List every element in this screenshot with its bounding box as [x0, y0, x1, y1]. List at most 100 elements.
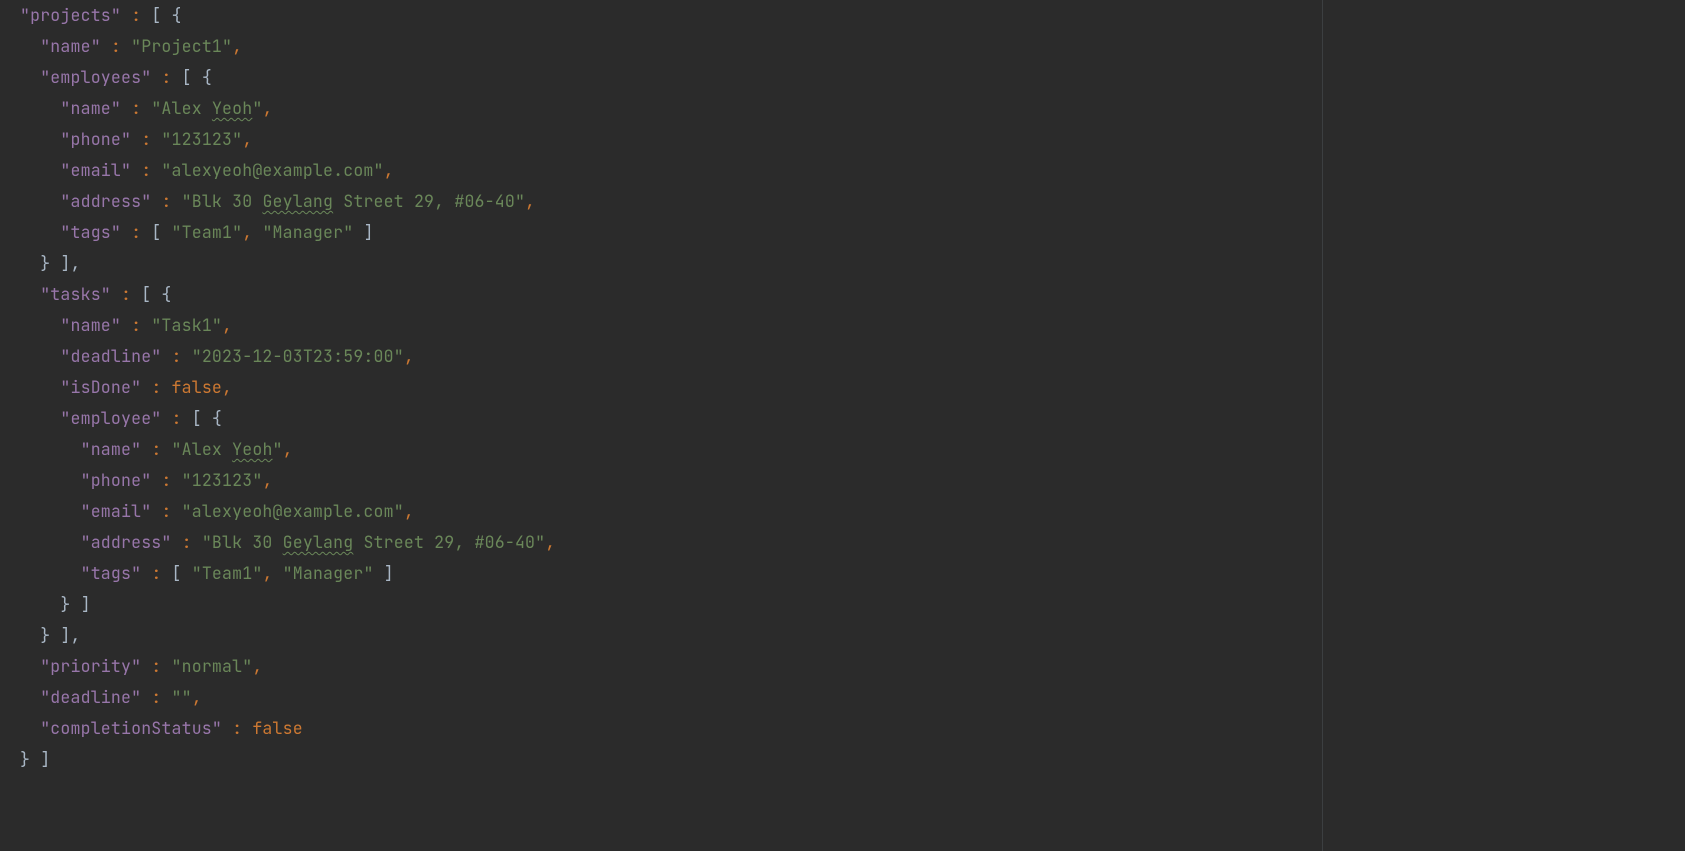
colon: : [121, 97, 151, 119]
json-key: "phone" [60, 128, 131, 150]
json-key: "isDone" [60, 376, 141, 398]
json-string: "123123" [161, 128, 242, 150]
json-key: "email" [60, 159, 131, 181]
json-bool: false [172, 376, 223, 398]
json-string: "Manager" [262, 221, 353, 243]
colon: : [101, 35, 131, 57]
colon: : [151, 500, 181, 522]
json-string: " [252, 97, 262, 119]
bracket: [ [151, 221, 171, 243]
bracket-brace: [ { [151, 4, 181, 26]
comma: , [384, 159, 394, 181]
spellcheck-warning: Geylang [262, 190, 333, 212]
colon: : [172, 531, 202, 553]
bracket-brace: [ { [192, 407, 222, 429]
code-line: "priority" : "normal", [20, 651, 1322, 682]
json-string: "Blk 30 [202, 531, 283, 553]
code-line: "employee" : [ { [20, 403, 1322, 434]
json-key: "phone" [81, 469, 152, 491]
json-string: "" [172, 686, 192, 708]
json-string: "Alex [172, 438, 233, 460]
json-string: "normal" [172, 655, 253, 677]
code-line: "completionStatus" : false [20, 713, 1322, 744]
json-key: "address" [60, 190, 151, 212]
comma: , [222, 376, 232, 398]
json-string: "alexyeoh@example.com" [182, 500, 404, 522]
code-line: "tags" : [ "Team1", "Manager" ] [20, 217, 1322, 248]
comma: , [404, 345, 414, 367]
json-string: "Blk 30 [182, 190, 263, 212]
code-line: } ] [20, 589, 1322, 620]
colon: : [222, 717, 252, 739]
code-line: "email" : "alexyeoh@example.com", [20, 496, 1322, 527]
brace-bracket: } ] [60, 593, 90, 615]
bracket: [ [172, 562, 192, 584]
json-string: "Manager" [283, 562, 374, 584]
json-key: "employee" [60, 407, 161, 429]
json-key: "tags" [60, 221, 121, 243]
json-string: "2023-12-03T23:59:00" [192, 345, 404, 367]
json-key: "name" [40, 35, 101, 57]
bracket: ] [353, 221, 373, 243]
code-editor[interactable]: "projects" : [ { "name" : "Project1", "e… [0, 0, 1322, 851]
comma-space: , [262, 562, 282, 584]
spellcheck-warning: Geylang [283, 531, 354, 553]
code-line: "tasks" : [ { [20, 279, 1322, 310]
brace-bracket: } ], [40, 252, 80, 274]
json-key: "projects" [20, 4, 121, 26]
code-line: "phone" : "123123", [20, 465, 1322, 496]
comma-space: , [242, 221, 262, 243]
json-string: "Project1" [131, 35, 232, 57]
json-key: "name" [60, 97, 121, 119]
colon: : [141, 376, 171, 398]
comma: , [545, 531, 555, 553]
comma: , [404, 500, 414, 522]
json-key: "priority" [40, 655, 141, 677]
spellcheck-warning: Yeoh [212, 97, 252, 119]
comma: , [242, 128, 252, 150]
json-string: "123123" [182, 469, 263, 491]
comma: , [283, 438, 293, 460]
comma: , [525, 190, 535, 212]
colon: : [141, 655, 171, 677]
code-line: "name" : "Project1", [20, 31, 1322, 62]
json-key: "email" [81, 500, 152, 522]
brace-bracket: } ], [40, 624, 80, 646]
code-line: } ], [20, 248, 1322, 279]
code-line: "name" : "Alex Yeoh", [20, 93, 1322, 124]
colon: : [141, 686, 171, 708]
colon: : [151, 190, 181, 212]
code-line: "name" : "Alex Yeoh", [20, 434, 1322, 465]
code-line: } ] [20, 744, 1322, 775]
code-line: "employees" : [ { [20, 62, 1322, 93]
json-key: "tags" [81, 562, 142, 584]
json-string: "Team1" [192, 562, 263, 584]
json-string: "alexyeoh@example.com" [161, 159, 383, 181]
code-line: } ], [20, 620, 1322, 651]
json-string: Street 29, #06-40" [353, 531, 545, 553]
spellcheck-warning: Yeoh [232, 438, 272, 460]
colon: : [161, 407, 191, 429]
comma: , [222, 314, 232, 336]
code-line: "isDone" : false, [20, 372, 1322, 403]
colon: : [131, 128, 161, 150]
json-bool: false [252, 717, 303, 739]
comma: , [262, 97, 272, 119]
code-line: "deadline" : "", [20, 682, 1322, 713]
comma: , [252, 655, 262, 677]
comma: , [232, 35, 242, 57]
colon: : [131, 159, 161, 181]
json-key: "deadline" [60, 345, 161, 367]
colon: : [121, 4, 151, 26]
code-line: "phone" : "123123", [20, 124, 1322, 155]
code-line: "address" : "Blk 30 Geylang Street 29, #… [20, 186, 1322, 217]
colon: : [121, 221, 151, 243]
colon: : [141, 562, 171, 584]
json-key: "name" [81, 438, 142, 460]
code-line: "deadline" : "2023-12-03T23:59:00", [20, 341, 1322, 372]
colon: : [121, 314, 151, 336]
code-line: "projects" : [ { [20, 0, 1322, 31]
code-line: "address" : "Blk 30 Geylang Street 29, #… [20, 527, 1322, 558]
bracket: ] [374, 562, 394, 584]
json-key: "deadline" [40, 686, 141, 708]
